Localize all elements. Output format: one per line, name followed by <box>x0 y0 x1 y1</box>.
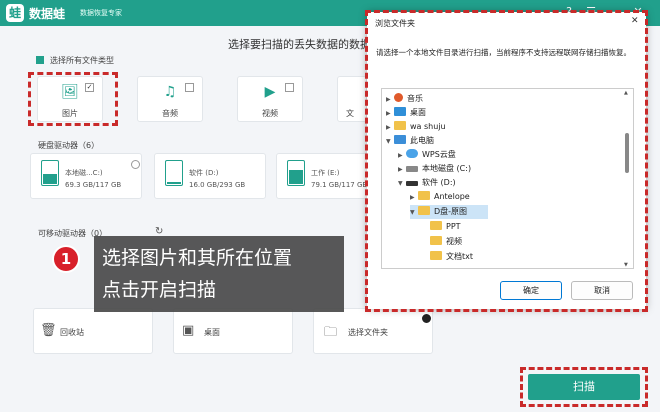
folder-icon: 🗀 <box>324 325 338 340</box>
folder-icon <box>418 206 430 215</box>
drive-icon <box>406 181 418 186</box>
tree-item-wa-shuju[interactable]: ▶ wa shuju <box>386 120 446 134</box>
expand-arrow-icon[interactable]: ▶ <box>398 149 406 163</box>
expand-arrow-icon[interactable]: ▶ <box>410 191 418 205</box>
tree-item-drive-c[interactable]: ▶ 本地磁盘 (C:) <box>398 162 471 176</box>
tree-item-wps-cloud[interactable]: ▶ WPS云盘 <box>398 148 456 162</box>
ok-button[interactable]: 确定 <box>500 281 562 300</box>
quick-select-folder[interactable]: 🗀 选择文件夹 <box>313 308 433 354</box>
cancel-button[interactable]: 取消 <box>571 281 633 300</box>
app-subtitle: 数据恢复专家 <box>80 9 122 17</box>
folder-icon <box>430 251 442 260</box>
radio-icon[interactable] <box>131 160 140 169</box>
tree-item-video[interactable]: 视频 <box>422 235 462 249</box>
select-all-checkbox[interactable]: 选择所有文件类型 <box>36 55 114 66</box>
collapse-arrow-icon[interactable]: ▼ <box>410 206 418 220</box>
collapse-arrow-icon[interactable]: ▼ <box>398 177 406 191</box>
expand-arrow-icon[interactable]: ▶ <box>386 93 394 107</box>
music-folder-icon <box>394 93 403 102</box>
drive-icon <box>41 160 59 186</box>
callout-line-1: 选择图片和其所在位置 <box>102 247 293 269</box>
expand-arrow-icon[interactable]: ▶ <box>386 107 394 121</box>
quick-recycle-bin[interactable]: 🗑 回收站 <box>33 308 153 354</box>
folder-icon <box>418 191 430 200</box>
callout-text: 选择图片和其所在位置 点击开启扫描 <box>102 242 292 306</box>
drive-card-c[interactable]: 本地磁...C:) 69.3 GB/117 GB <box>30 153 142 199</box>
app-title: 数据蛙 <box>29 7 66 21</box>
quick-label: 桌面 <box>204 328 220 337</box>
file-type-label: 视频 <box>262 109 278 118</box>
drive-card-d[interactable]: 软件 (D:) 16.0 GB/293 GB <box>154 153 266 199</box>
tree-item-d-original[interactable]: ▼ D盘-原图 <box>410 205 488 219</box>
drive-size: 79.1 GB/117 GB <box>311 181 368 189</box>
page-heading: 选择要扫描的丢失数据的数据 <box>228 38 371 51</box>
file-type-video[interactable]: ▶ 视频 <box>237 76 303 122</box>
collapse-arrow-icon[interactable]: ▼ <box>386 135 394 149</box>
dialog-close-icon[interactable]: ✕ <box>631 16 639 26</box>
tree-item-drive-d[interactable]: ▼ 软件 (D:) <box>398 176 456 190</box>
tree-item-ppt[interactable]: PPT <box>422 220 461 234</box>
drive-size: 16.0 GB/293 GB <box>189 181 246 189</box>
tree-item-music[interactable]: ▶ 音乐 <box>386 92 423 106</box>
expand-arrow-icon[interactable]: ▶ <box>398 163 406 177</box>
folder-icon <box>394 121 406 130</box>
tree-scrollbar[interactable] <box>624 96 630 266</box>
dialog-title: 浏览文件夹 <box>375 19 415 28</box>
file-type-document[interactable]: 文 <box>337 76 367 122</box>
file-type-audio[interactable]: ♫ 音频 <box>137 76 203 122</box>
file-type-label: 音频 <box>162 109 178 118</box>
desktop-icon: ▣ <box>182 323 195 338</box>
cloud-icon <box>406 149 418 158</box>
tree-item-doc-txt[interactable]: 文档txt <box>422 250 473 264</box>
file-type-label: 文 <box>346 109 354 118</box>
hard-drives-label: 硬盘驱动器（6） <box>38 141 100 150</box>
image-type-highlight <box>28 72 118 126</box>
expand-arrow-icon[interactable]: ▶ <box>386 121 394 135</box>
checkbox-icon[interactable] <box>185 83 194 92</box>
tree-item-this-pc[interactable]: ▼ 此电脑 <box>386 134 434 148</box>
drive-icon <box>165 160 183 186</box>
quick-label: 回收站 <box>60 328 84 337</box>
scroll-up-icon[interactable]: ▲ <box>624 90 628 96</box>
radio-selected-icon[interactable] <box>422 314 431 323</box>
checkbox-checked-icon <box>36 56 44 64</box>
tree-scrollbar-thumb[interactable] <box>625 133 629 173</box>
music-icon: ♫ <box>163 84 177 100</box>
callout-line-2: 点击开启扫描 <box>102 279 217 301</box>
quick-desktop[interactable]: ▣ 桌面 <box>173 308 293 354</box>
drive-name: 软件 (D:) <box>189 169 219 177</box>
step-badge: 1 <box>52 245 80 273</box>
folder-icon <box>430 236 442 245</box>
drive-icon <box>287 160 305 186</box>
checkbox-icon[interactable] <box>285 83 294 92</box>
scan-button[interactable]: 扫描 <box>528 374 640 400</box>
computer-icon <box>394 135 406 144</box>
tree-item-desktop[interactable]: ▶ 桌面 <box>386 106 426 120</box>
drive-name: 工作 (E:) <box>311 169 340 177</box>
frog-logo-icon: 蛙 <box>6 4 24 22</box>
folder-icon <box>430 221 442 230</box>
video-icon: ▶ <box>264 84 276 100</box>
trash-icon: 🗑 <box>40 323 57 338</box>
desktop-folder-icon <box>394 107 406 116</box>
drive-size: 69.3 GB/117 GB <box>65 181 122 189</box>
tree-item-antelope[interactable]: ▶ Antelope <box>410 190 470 204</box>
dialog-message: 请选择一个本地文件目录进行扫描，当前程序不支持远程联网存储扫描恢复。 <box>376 48 631 57</box>
drive-icon <box>406 166 418 172</box>
select-all-label: 选择所有文件类型 <box>50 56 114 65</box>
drive-name: 本地磁...C:) <box>65 169 103 177</box>
quick-label: 选择文件夹 <box>348 328 388 337</box>
scroll-down-icon[interactable]: ▼ <box>624 262 628 268</box>
